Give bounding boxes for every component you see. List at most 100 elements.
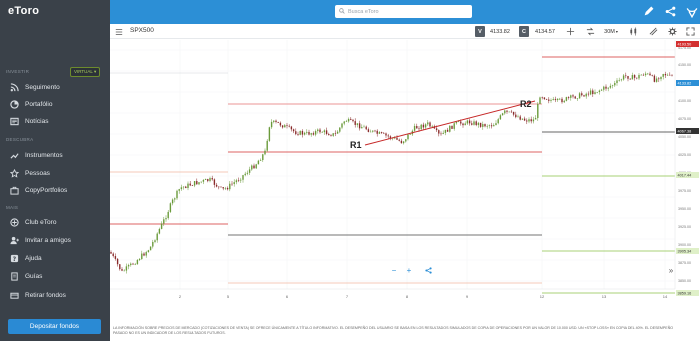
candle-body (299, 130, 301, 135)
candle-body (127, 265, 130, 267)
sell-price[interactable]: 4133.82 (487, 26, 513, 37)
candle-body (504, 110, 506, 114)
candle-body (308, 131, 310, 135)
fullscreen-icon[interactable] (683, 26, 697, 37)
sidebar-item-instrumentos[interactable]: Instrumentos (0, 148, 110, 162)
sidebar-item-club-etoro[interactable]: Club eToro (0, 215, 110, 229)
candle-body (218, 186, 220, 188)
sidebar-item-retirar-fondos[interactable]: Retirar fondos (0, 288, 110, 302)
candle-body (508, 111, 510, 113)
sidebar-item-label: Portafólio (25, 100, 53, 108)
x-tick-label: 13 (602, 294, 607, 299)
candle-body (154, 240, 156, 242)
compare-icon[interactable] (582, 26, 598, 37)
edit-icon[interactable] (642, 5, 655, 18)
chart-type-candles-icon[interactable] (624, 26, 642, 37)
sidebar-item-guias[interactable]: Guías (0, 269, 110, 283)
scroll-to-end-icon[interactable]: » (665, 265, 677, 276)
candle-body (220, 186, 222, 188)
sidebar-item-copyportfolios[interactable]: CopyPortfolios (0, 183, 110, 197)
share-chart-icon[interactable] (422, 265, 434, 276)
candle-body (119, 264, 121, 270)
crosshair-icon[interactable] (562, 26, 578, 37)
bull-logo-icon[interactable] (685, 5, 698, 18)
top-bar: Busca eToro (110, 0, 700, 24)
candle-body (387, 135, 389, 137)
candle-body (660, 76, 662, 80)
candle-body (471, 123, 473, 125)
sidebar-item-invitar[interactable]: Invitar a amigos (0, 233, 110, 247)
candle-body (365, 126, 367, 130)
sidebar-item-portafolio[interactable]: Portafólio (0, 97, 110, 111)
candle-body (200, 181, 202, 183)
candle-body (367, 129, 370, 132)
candle-body (631, 75, 634, 80)
candle-body (372, 130, 374, 132)
candle-body (402, 141, 405, 144)
search-input[interactable]: Busca eToro (335, 5, 472, 18)
candle-body (284, 125, 286, 128)
candle-body (583, 95, 585, 97)
candle-body (653, 75, 656, 82)
sidebar-item-label: Club eToro (25, 218, 57, 226)
candle-body (149, 246, 152, 251)
candle-body (629, 78, 631, 80)
annotation-r1: R1 (350, 140, 362, 150)
gear-icon[interactable] (665, 26, 679, 37)
candle-body (449, 125, 451, 132)
star-icon (9, 168, 19, 178)
deposit-funds-button[interactable]: Depositar fondos (8, 319, 101, 334)
y-tick-label: 3975.00 (678, 189, 691, 193)
candle-body (330, 135, 332, 136)
candle-body (479, 122, 482, 127)
drawing-tools-icon[interactable] (646, 26, 660, 37)
candle-body (363, 126, 365, 128)
sidebar-item-personas[interactable]: Pessoas (0, 166, 110, 180)
candle-body (237, 180, 240, 181)
y-tick-label: 3850.00 (678, 279, 691, 283)
candle-body (644, 73, 647, 76)
candle-body (567, 97, 570, 98)
zoom-out-icon[interactable]: − (388, 265, 400, 276)
sidebar-item-label: Ajuda (25, 254, 42, 262)
instrument-symbol[interactable]: SPX500 (130, 27, 154, 34)
virtual-mode-selector[interactable]: VIRTUAL ▾ (70, 67, 101, 77)
candle-body (523, 118, 526, 121)
candle-body (596, 92, 598, 93)
buy-price[interactable]: 4134.57 (531, 26, 559, 37)
candle-body (400, 140, 403, 144)
sidebar-item-ayuda[interactable]: ? Ajuda (0, 251, 110, 265)
candle-body (559, 98, 561, 100)
candle-body (145, 252, 147, 256)
candle-body (317, 129, 319, 132)
candle-body (207, 179, 209, 182)
share-icon[interactable] (664, 5, 677, 18)
candle-body (506, 110, 508, 112)
candle-body (407, 134, 409, 140)
candle-body (112, 253, 114, 257)
etoro-logo[interactable]: eToro (8, 5, 39, 17)
candle-body (658, 78, 660, 80)
candle-body (435, 128, 438, 131)
candle-body (405, 139, 407, 142)
candle-body (429, 122, 431, 127)
y-tick-label: 4150.00 (678, 63, 691, 67)
sidebar-item-label: Guías (25, 272, 43, 280)
candle-body (598, 90, 601, 93)
disclaimer-text: LA INFORMACIÓN SOBRE PRECIOS DE MERCADO … (113, 326, 674, 335)
candle-body (257, 160, 260, 165)
candle-body (398, 139, 400, 141)
chart-settings-icon[interactable] (114, 26, 124, 37)
sidebar-item-noticias[interactable]: Notícias (0, 114, 110, 128)
candle-body (295, 131, 297, 135)
candle-body (251, 165, 253, 170)
candle-body (636, 77, 638, 79)
candle-body (618, 80, 620, 81)
timeframe-select[interactable]: 30M ▾ (602, 26, 620, 37)
timeframe-value: 30M (604, 28, 615, 35)
candle-body (178, 189, 180, 191)
trendline (364, 100, 536, 146)
zoom-in-icon[interactable]: + (403, 265, 415, 276)
sidebar-item-seguimento[interactable]: Seguimento (0, 80, 110, 94)
copyportfolio-icon (9, 185, 19, 195)
